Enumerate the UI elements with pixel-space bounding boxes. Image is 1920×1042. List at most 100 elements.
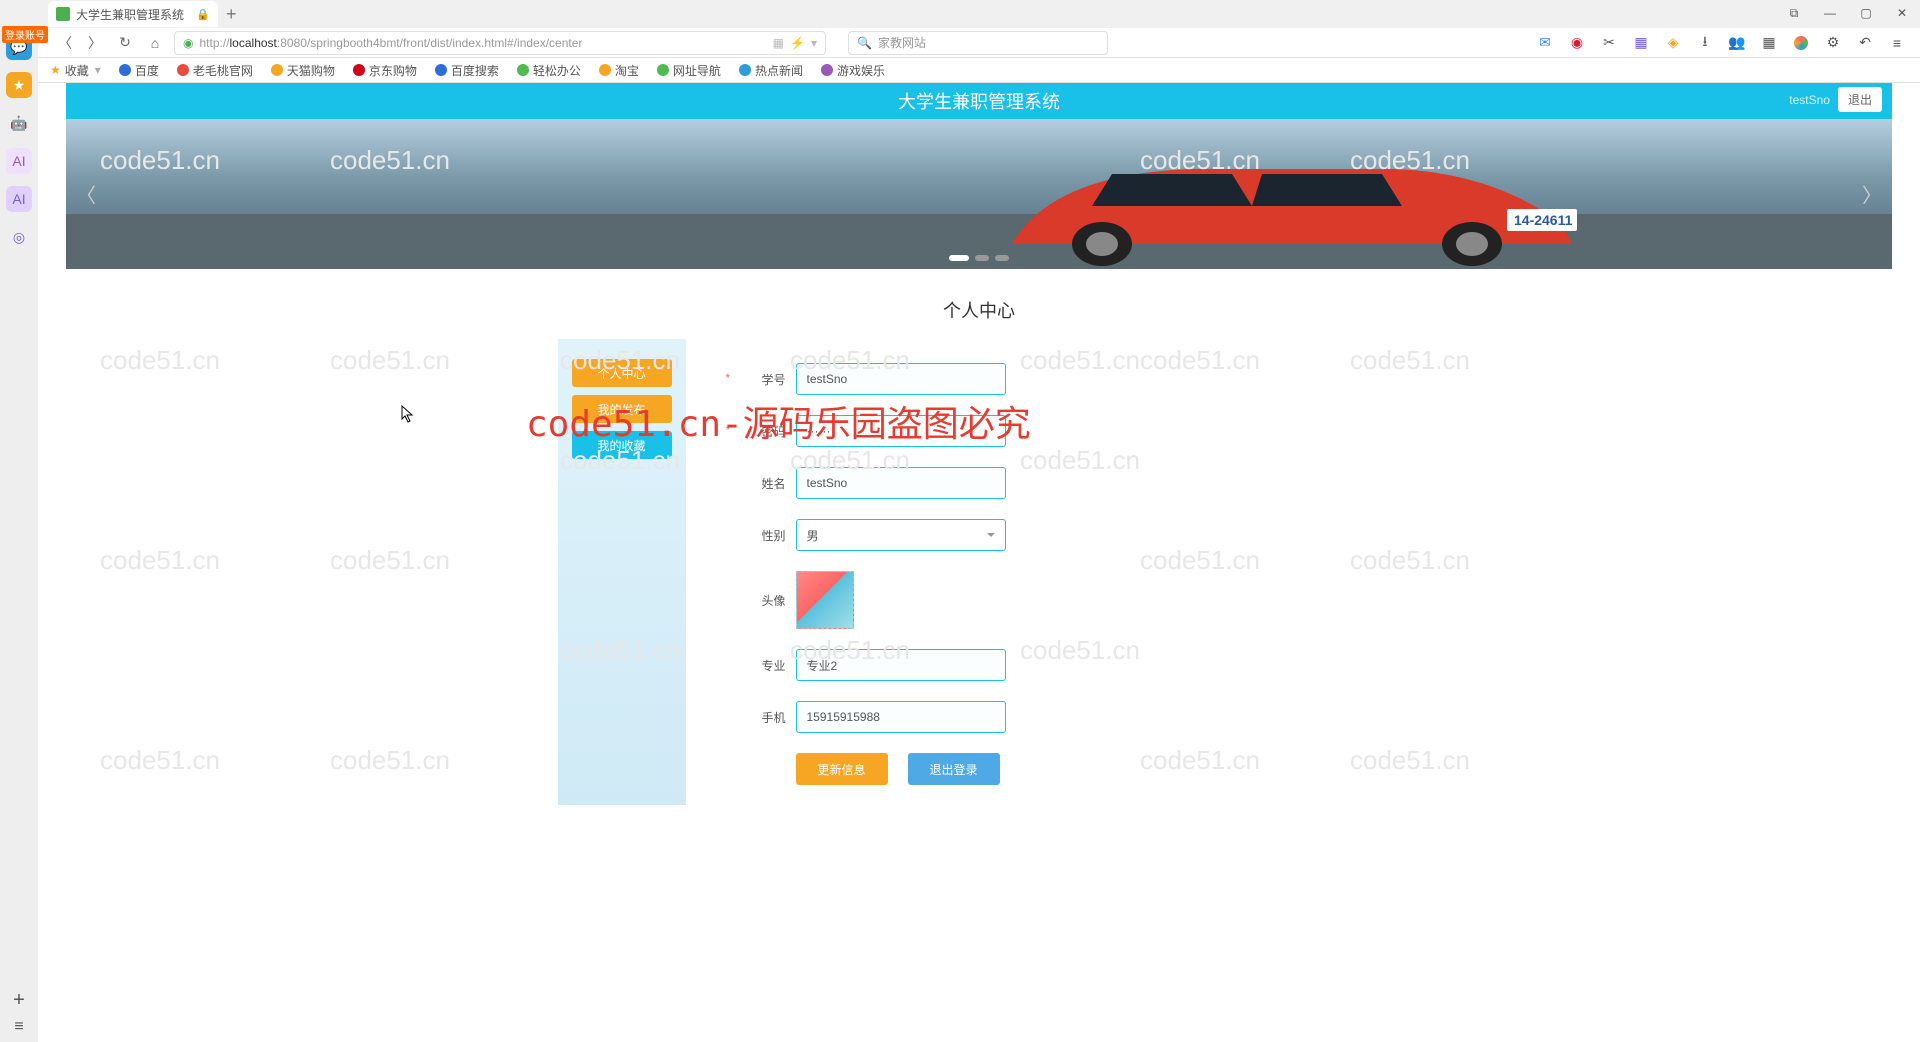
student-id-input[interactable] (796, 363, 1006, 395)
circle-icon[interactable] (1792, 34, 1810, 52)
undo-icon[interactable]: ↶ (1856, 34, 1874, 52)
bookmark-item[interactable]: 百度搜索 (435, 62, 499, 79)
login-badge: 登录账号 (2, 26, 48, 43)
star-icon: ★ (50, 63, 61, 77)
carousel-dot[interactable] (975, 255, 989, 261)
bookmark-item[interactable]: 老毛桃官网 (177, 62, 253, 79)
bookmark-item[interactable]: 游戏娱乐 (821, 62, 885, 79)
svg-text:14-24611: 14-24611 (1514, 212, 1573, 228)
tab-lock-icon[interactable]: 🔒 (196, 8, 210, 21)
sidebar-item-my-posts[interactable]: 我的发布 (572, 395, 672, 423)
bookmark-item[interactable]: 淘宝 (599, 62, 639, 79)
carousel-prev-button[interactable]: 〈 (76, 180, 96, 209)
carousel-next-button[interactable]: 〉 (1862, 180, 1882, 209)
bm-icon (599, 64, 611, 76)
content-panel: 个人中心 个人中心 我的发布 我的收藏 学号 密码 姓名 (558, 281, 1401, 805)
apps-icon[interactable]: ▦ (1760, 34, 1778, 52)
major-label: 专业 (734, 657, 786, 674)
page-sidebar: 个人中心 我的发布 我的收藏 (558, 339, 686, 805)
address-bar: 〈 〉 ↻ ⌂ ◉ http://localhost:8080/springbo… (0, 28, 1920, 58)
scissors-icon[interactable]: ✂ (1600, 34, 1618, 52)
bookmark-item[interactable]: 热点新闻 (739, 62, 803, 79)
bookmark-fav[interactable]: ★收藏▾ (50, 62, 101, 79)
rail-add-button[interactable]: + (13, 989, 25, 1012)
url-input[interactable]: ◉ http://localhost:8080/springbooth4bmt/… (174, 31, 826, 55)
bookmark-item[interactable]: 天猫购物 (271, 62, 335, 79)
major-input[interactable] (796, 649, 1006, 681)
menu-icon[interactable]: ≡ (1888, 34, 1906, 52)
search-placeholder: 家教网站 (878, 34, 926, 51)
rail-icon[interactable]: 🤖 (6, 110, 32, 136)
student-id-label: 学号 (734, 371, 786, 388)
bm-icon (177, 64, 189, 76)
avatar-upload[interactable] (796, 571, 854, 629)
header-username: testSno (1789, 93, 1830, 107)
profile-form: 学号 密码 姓名 性别 男 头像 (686, 339, 1401, 805)
update-button[interactable]: 更新信息 (796, 753, 888, 785)
exit-login-button[interactable]: 退出登录 (908, 753, 1000, 785)
tab-strip: 大学生兼职管理系统 🔒 + ⧉ — ▢ ✕ (0, 0, 1920, 28)
rail-icon[interactable]: ◎ (6, 224, 32, 250)
sidebar-item-my-favorites[interactable]: 我的收藏 (572, 431, 672, 459)
url-text: http://localhost:8080/springbooth4bmt/fr… (199, 36, 582, 50)
name-input[interactable] (796, 467, 1006, 499)
bookmark-item[interactable]: 百度 (119, 62, 159, 79)
page-title: 个人中心 (558, 281, 1401, 339)
favicon-icon (56, 7, 70, 21)
bolt-icon[interactable]: ⚡ (790, 36, 805, 50)
password-label: 密码 (734, 423, 786, 440)
shield-icon: ◉ (183, 36, 193, 50)
weibo-icon[interactable]: ◉ (1568, 34, 1586, 52)
rail-menu-icon[interactable]: ≡ (14, 1018, 23, 1036)
rail-icon[interactable]: AI (6, 148, 32, 174)
carousel-dot[interactable] (995, 255, 1009, 261)
window-tab-icon[interactable]: ⧉ (1778, 0, 1810, 26)
gender-select[interactable]: 男 (796, 519, 1006, 551)
mail-icon[interactable]: ✉ (1536, 34, 1554, 52)
bm-icon (119, 64, 131, 76)
window-maximize-button[interactable]: ▢ (1850, 0, 1882, 26)
new-tab-button[interactable]: + (226, 4, 237, 25)
phone-input[interactable] (796, 701, 1006, 733)
window-close-button[interactable]: ✕ (1886, 0, 1918, 26)
download-icon[interactable]: ⭳ (1696, 34, 1714, 52)
reload-button[interactable]: ↻ (114, 32, 136, 54)
ext1-icon[interactable]: ▦ (1632, 34, 1650, 52)
home-button[interactable]: ⌂ (144, 32, 166, 54)
people-icon[interactable]: 👥 (1728, 34, 1746, 52)
browser-tab[interactable]: 大学生兼职管理系统 🔒 (48, 1, 218, 27)
rail-icon[interactable]: ★ (6, 72, 32, 98)
avatar-label: 头像 (734, 592, 786, 609)
carousel-image: 14-24611 (972, 134, 1612, 269)
phone-label: 手机 (734, 709, 786, 726)
carousel-dot[interactable] (949, 255, 969, 261)
carousel-dots (949, 255, 1009, 261)
ext2-icon[interactable]: ◈ (1664, 34, 1682, 52)
tab-title: 大学生兼职管理系统 (76, 6, 184, 23)
url-dropdown-icon[interactable]: ▾ (811, 36, 817, 50)
qr-icon[interactable]: ▦ (773, 36, 784, 50)
header-logout-button[interactable]: 退出 (1838, 87, 1882, 112)
app-header: 大学生兼职管理系统 testSno 退出 (66, 83, 1892, 119)
password-input[interactable] (796, 415, 1006, 447)
gear-icon[interactable]: ⚙ (1824, 34, 1842, 52)
bm-icon (821, 64, 833, 76)
search-icon: 🔍 (857, 36, 872, 50)
browser-sidebar: 💬 ★ 🤖 AI AI ◎ + ≡ (0, 28, 38, 1042)
rail-icon[interactable]: AI (6, 186, 32, 212)
bookmark-item[interactable]: 京东购物 (353, 62, 417, 79)
window-minimize-button[interactable]: — (1814, 0, 1846, 26)
sidebar-item-personal-center[interactable]: 个人中心 (572, 359, 672, 387)
bookmark-item[interactable]: 轻松办公 (517, 62, 581, 79)
bm-icon (435, 64, 447, 76)
bm-icon (739, 64, 751, 76)
bm-icon (657, 64, 669, 76)
search-input[interactable]: 🔍 家教网站 (848, 31, 1108, 55)
bm-icon (271, 64, 283, 76)
gender-label: 性别 (734, 527, 786, 544)
back-button[interactable]: 〈 (54, 32, 76, 54)
bookmark-item[interactable]: 网址导航 (657, 62, 721, 79)
bm-icon (353, 64, 365, 76)
bm-icon (517, 64, 529, 76)
forward-button[interactable]: 〉 (84, 32, 106, 54)
